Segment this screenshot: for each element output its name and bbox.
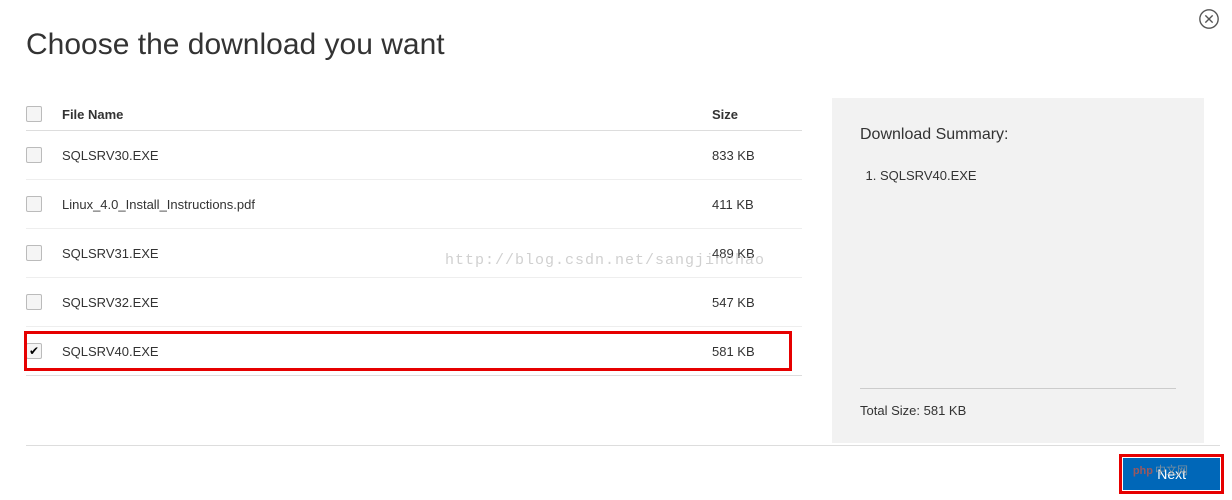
summary-divider	[860, 388, 1176, 389]
table-row: Linux_4.0_Install_Instructions.pdf411 KB	[26, 180, 802, 229]
total-size: Total Size: 581 KB	[860, 403, 1176, 418]
page-title: Choose the download you want	[26, 28, 1206, 62]
file-size: 581 KB	[712, 344, 802, 359]
file-checkbox[interactable]	[26, 196, 42, 212]
select-all-checkbox[interactable]	[26, 106, 42, 122]
summary-item: SQLSRV40.EXE	[880, 168, 1176, 183]
column-header-size[interactable]: Size	[712, 107, 802, 122]
table-row: SQLSRV32.EXE547 KB	[26, 278, 802, 327]
summary-list: SQLSRV40.EXE	[860, 168, 1176, 183]
file-name: SQLSRV40.EXE	[56, 344, 712, 359]
file-size: 833 KB	[712, 148, 802, 163]
summary-title: Download Summary:	[860, 126, 1176, 144]
next-button[interactable]: Next	[1123, 458, 1220, 490]
file-size: 547 KB	[712, 295, 802, 310]
table-row: SQLSRV31.EXE489 KB	[26, 229, 802, 278]
file-size: 489 KB	[712, 246, 802, 261]
file-table: File Name Size SQLSRV30.EXE833 KBLinux_4…	[26, 98, 802, 443]
table-row: SQLSRV40.EXE581 KB	[26, 327, 802, 376]
bottom-bar: Next	[26, 445, 1220, 495]
download-summary-panel: Download Summary: SQLSRV40.EXE Total Siz…	[832, 98, 1204, 443]
table-row: SQLSRV30.EXE833 KB	[26, 131, 802, 180]
file-checkbox[interactable]	[26, 294, 42, 310]
file-checkbox[interactable]	[26, 343, 42, 359]
file-name: SQLSRV30.EXE	[56, 148, 712, 163]
file-checkbox[interactable]	[26, 245, 42, 261]
file-name: SQLSRV32.EXE	[56, 295, 712, 310]
file-size: 411 KB	[712, 197, 802, 212]
column-header-name[interactable]: File Name	[56, 107, 712, 122]
file-name: Linux_4.0_Install_Instructions.pdf	[56, 197, 712, 212]
table-header-row: File Name Size	[26, 98, 802, 131]
file-checkbox[interactable]	[26, 147, 42, 163]
file-name: SQLSRV31.EXE	[56, 246, 712, 261]
close-icon[interactable]	[1198, 8, 1220, 30]
